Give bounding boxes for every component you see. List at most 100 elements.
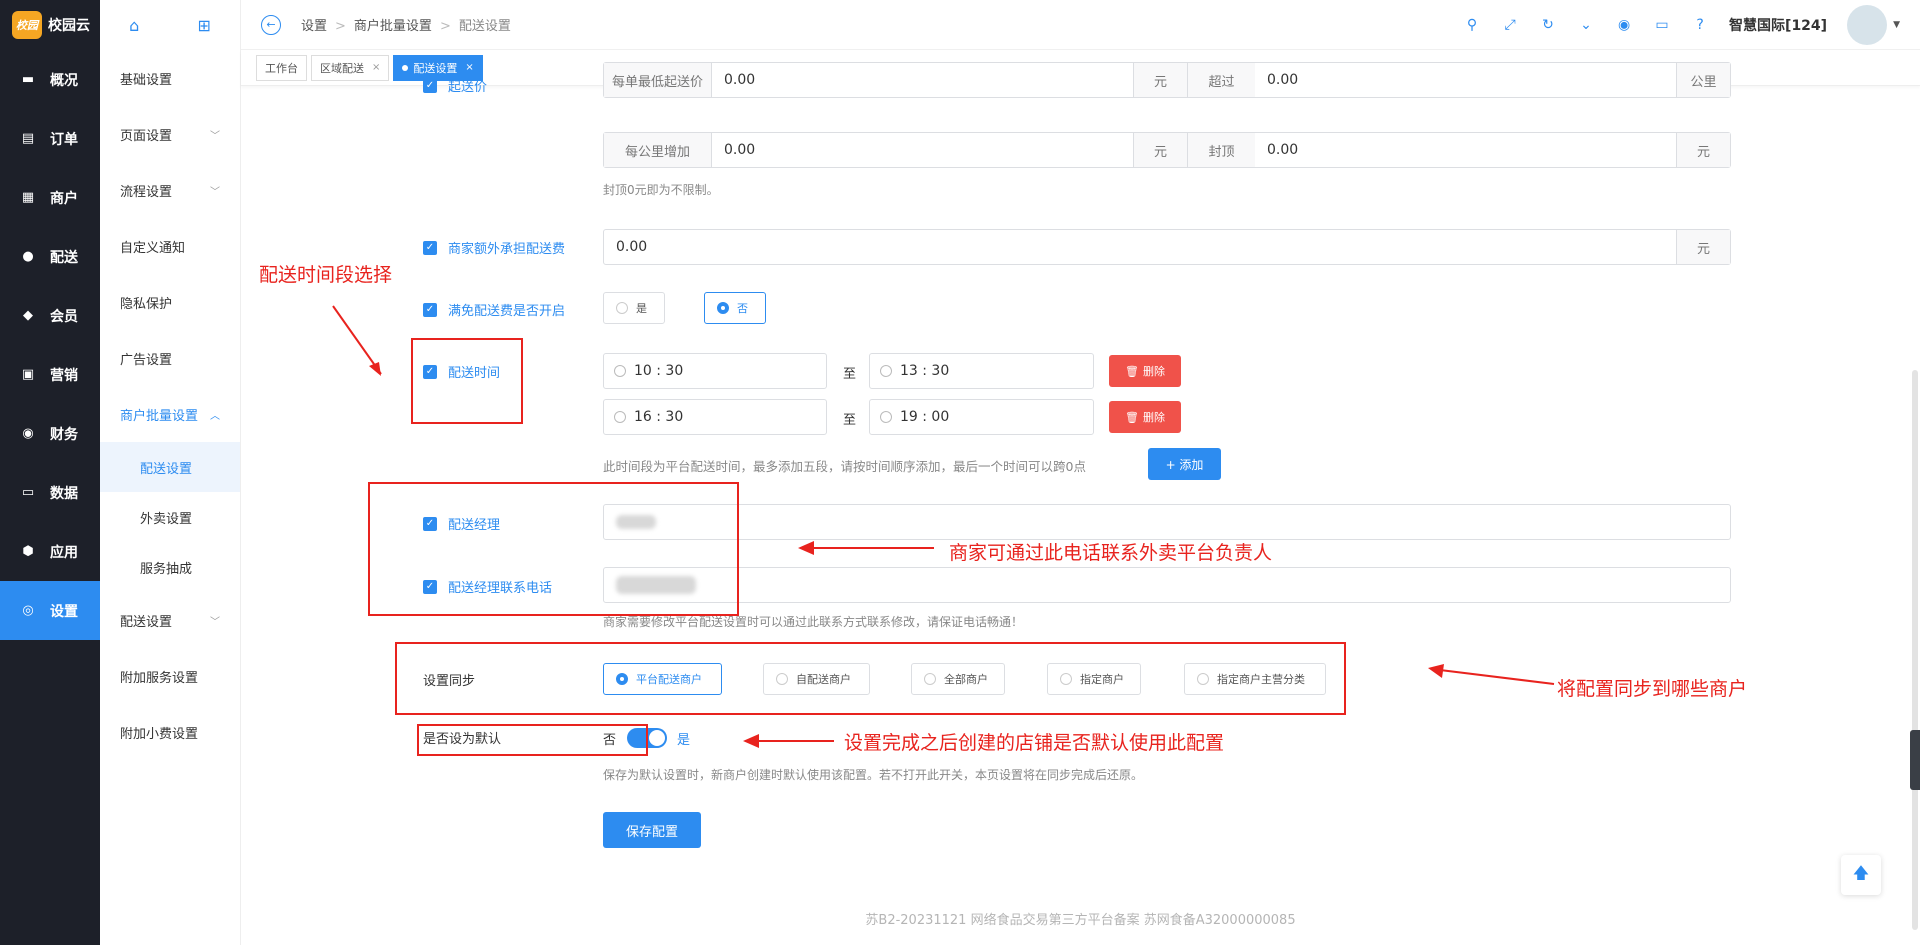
fullscreen-icon[interactable]: ⤢ <box>1501 16 1519 34</box>
help-icon[interactable]: ? <box>1691 16 1709 34</box>
nav-label: 设置 <box>50 603 78 620</box>
save-button[interactable]: 保存配置 <box>603 812 701 848</box>
time-end-1[interactable]: 13 : 30 <box>869 353 1094 389</box>
back-to-top-icon[interactable]: 🡅 <box>1841 855 1881 895</box>
caret-down-icon[interactable]: ▼ <box>1893 20 1900 30</box>
sub-item-privacy[interactable]: 隐私保护 <box>100 274 240 330</box>
home-icon[interactable]: ⌂ <box>129 16 139 35</box>
annotation-box-default <box>417 724 648 756</box>
grid-icon[interactable]: ⊞ <box>197 16 210 35</box>
nav-item-apps[interactable]: ⬢ 应用 <box>0 522 100 581</box>
start-price-checkbox[interactable]: ✓ 起送价 <box>423 76 487 95</box>
close-icon[interactable]: × <box>465 62 473 73</box>
unit-label: 元 <box>1676 230 1730 264</box>
annotation-contact: 商家可通过此电话联系外卖平台负责人 <box>949 542 1273 564</box>
tab-area-delivery[interactable]: 区域配送 × <box>311 54 390 81</box>
app-icon: ⬢ <box>22 544 34 559</box>
nav-item-data[interactable]: ▭ 数据 <box>0 463 100 522</box>
annotation-box-sync <box>395 642 1346 715</box>
collapse-icon[interactable]: ⌄ <box>1577 16 1595 34</box>
nav-label: 数据 <box>50 485 78 502</box>
cap-input[interactable]: 0.00 <box>1255 133 1676 167</box>
breadcrumb-item[interactable]: 设置 <box>301 19 327 34</box>
sub-child-takeout[interactable]: 外卖设置 <box>100 492 240 542</box>
sub-item-merchant-batch[interactable]: 商户批量设置 ︿ <box>100 386 240 442</box>
side-handle[interactable] <box>1910 730 1920 790</box>
arrow-icon <box>798 541 934 555</box>
time-end-2[interactable]: 19 : 00 <box>869 399 1094 435</box>
sub-item-notify[interactable]: 自定义通知 <box>100 218 240 274</box>
nav-label: 财务 <box>50 426 78 443</box>
free-delivery-no[interactable]: 否 <box>704 292 766 324</box>
radio-icon <box>616 302 628 314</box>
sub-item-delivery-settings[interactable]: 配送设置 ﹀ <box>100 592 240 648</box>
annotation-default: 设置完成之后创建的店铺是否默认使用此配置 <box>844 732 1225 754</box>
unit-label: 元 <box>1133 63 1187 97</box>
nav-label: 会员 <box>50 308 78 325</box>
refresh-icon[interactable]: ↻ <box>1539 16 1557 34</box>
chevron-up-icon: ︿ <box>210 410 220 422</box>
free-delivery-yes[interactable]: 是 <box>603 292 665 324</box>
check-icon: ✓ <box>423 302 437 317</box>
delete-slot-1-button[interactable]: 🗑 删除 <box>1109 355 1181 387</box>
brand-name: 校园云 <box>48 18 90 34</box>
over-km-input[interactable]: 0.00 <box>1255 63 1676 97</box>
nav-item-delivery[interactable]: ● 配送 <box>0 227 100 286</box>
check-icon: ✓ <box>423 240 437 255</box>
nav-item-settings[interactable]: ◎ 设置 <box>0 581 100 640</box>
addon-label: 每公里增加 <box>604 133 712 167</box>
sub-label: 基础设置 <box>120 72 173 88</box>
free-delivery-checkbox[interactable]: ✓ 满免配送费是否开启 <box>423 300 565 319</box>
per-km-input[interactable]: 0.00 <box>712 133 1133 167</box>
order-icon: ▤ <box>21 131 35 146</box>
add-slot-button[interactable]: + 添加 <box>1148 448 1221 480</box>
nav-label: 概况 <box>50 72 78 89</box>
addon-label: 超过 <box>1187 63 1255 97</box>
nav-item-marketing[interactable]: ▣ 营销 <box>0 345 100 404</box>
screen-icon[interactable]: ▭ <box>1653 16 1671 34</box>
sub-item-ads[interactable]: 广告设置 <box>100 330 240 386</box>
breadcrumb-item[interactable]: 商户批量设置 <box>354 19 432 34</box>
manager-phone-input[interactable] <box>603 567 1731 603</box>
close-icon[interactable]: × <box>372 62 380 73</box>
merchant-extra-input[interactable]: 0.00 <box>604 230 1676 264</box>
sub-item-tip[interactable]: 附加小费设置 <box>100 704 240 760</box>
annotation-box-time <box>411 338 523 424</box>
annotation-time-select: 配送时间段选择 <box>259 264 393 286</box>
time-start-2[interactable]: 16 : 30 <box>603 399 827 435</box>
time-start-1[interactable]: 10 : 30 <box>603 353 827 389</box>
radio-label: 是 <box>636 302 647 315</box>
min-price-input[interactable]: 0.00 <box>712 63 1133 97</box>
manager-input[interactable] <box>603 504 1731 540</box>
merchant-extra-label: 商家额外承担配送费 <box>448 242 566 257</box>
radio-label: 否 <box>737 302 748 315</box>
nav-item-finance[interactable]: ◉ 财务 <box>0 404 100 463</box>
arrow-icon <box>332 305 382 376</box>
nav-item-overview[interactable]: ▬ 概况 <box>0 50 100 109</box>
delete-slot-2-button[interactable]: 🗑 删除 <box>1109 401 1181 433</box>
radio-icon <box>717 302 729 314</box>
avatar[interactable] <box>1847 5 1888 45</box>
back-icon[interactable]: ← <box>261 14 281 35</box>
nav-item-members[interactable]: ◆ 会员 <box>0 286 100 345</box>
merchant-extra-checkbox[interactable]: ✓ 商家额外承担配送费 <box>423 238 565 257</box>
tab-label: 工作台 <box>265 61 298 75</box>
search-icon[interactable]: ⚲ <box>1463 16 1481 34</box>
sub-item-extra-service[interactable]: 附加服务设置 <box>100 648 240 704</box>
nav-item-merchants[interactable]: ▦ 商户 <box>0 168 100 227</box>
sub-item-basic[interactable]: 基础设置 <box>100 50 240 106</box>
data-icon: ▭ <box>21 485 35 500</box>
nav-item-orders[interactable]: ▤ 订单 <box>0 109 100 168</box>
eye-icon[interactable]: ◉ <box>1615 16 1633 34</box>
tab-workbench[interactable]: 工作台 <box>256 54 307 81</box>
start-price-group: 每单最低起送价 0.00 元 超过 0.00 公里 <box>603 62 1731 98</box>
sub-label: 配送设置 <box>140 461 193 477</box>
sub-item-flow[interactable]: 流程设置 ﹀ <box>100 162 240 218</box>
sub-item-page[interactable]: 页面设置 ﹀ <box>100 106 240 162</box>
to-label: 至 <box>843 367 857 382</box>
sub-child-delivery[interactable]: 配送设置 <box>100 442 240 492</box>
user-name[interactable]: 智慧国际[124] <box>1729 15 1827 35</box>
sub-child-commission[interactable]: 服务抽成 <box>100 542 240 592</box>
header-tools: ⚲ ⤢ ↻ ⌄ ◉ ▭ ? 智慧国际[124] ▼ <box>1443 0 1900 50</box>
scrollbar[interactable] <box>1912 370 1918 930</box>
